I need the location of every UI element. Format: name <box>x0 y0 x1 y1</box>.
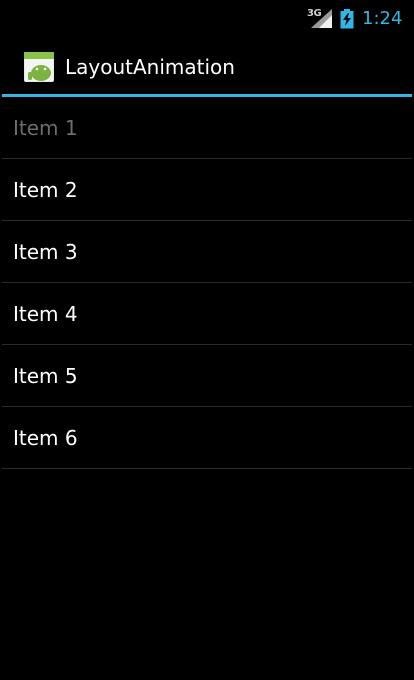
list-item[interactable]: Item 1 <box>2 97 412 159</box>
list-item-label: Item 5 <box>13 364 78 388</box>
action-bar: LayoutAnimation <box>0 36 414 94</box>
page-title: LayoutAnimation <box>65 55 235 79</box>
list-item-label: Item 6 <box>13 426 78 450</box>
list-item[interactable]: Item 5 <box>2 345 412 407</box>
list-item[interactable]: Item 3 <box>2 221 412 283</box>
item-list: Item 1 Item 2 Item 3 Item 4 Item 5 Item … <box>0 97 414 469</box>
list-item[interactable]: Item 4 <box>2 283 412 345</box>
clock: 1:24 <box>362 8 403 29</box>
list-item-label: Item 4 <box>13 302 78 326</box>
signal-strength-icon <box>311 9 332 28</box>
status-bar: 3G 1:24 <box>0 0 414 36</box>
list-item-label: Item 3 <box>13 240 78 264</box>
list-item[interactable]: Item 6 <box>2 407 412 469</box>
list-item[interactable]: Item 2 <box>2 159 412 221</box>
battery-charging-icon <box>340 9 354 29</box>
android-app-icon[interactable] <box>24 52 54 82</box>
list-item-label: Item 1 <box>13 116 78 140</box>
list-item-label: Item 2 <box>13 178 78 202</box>
